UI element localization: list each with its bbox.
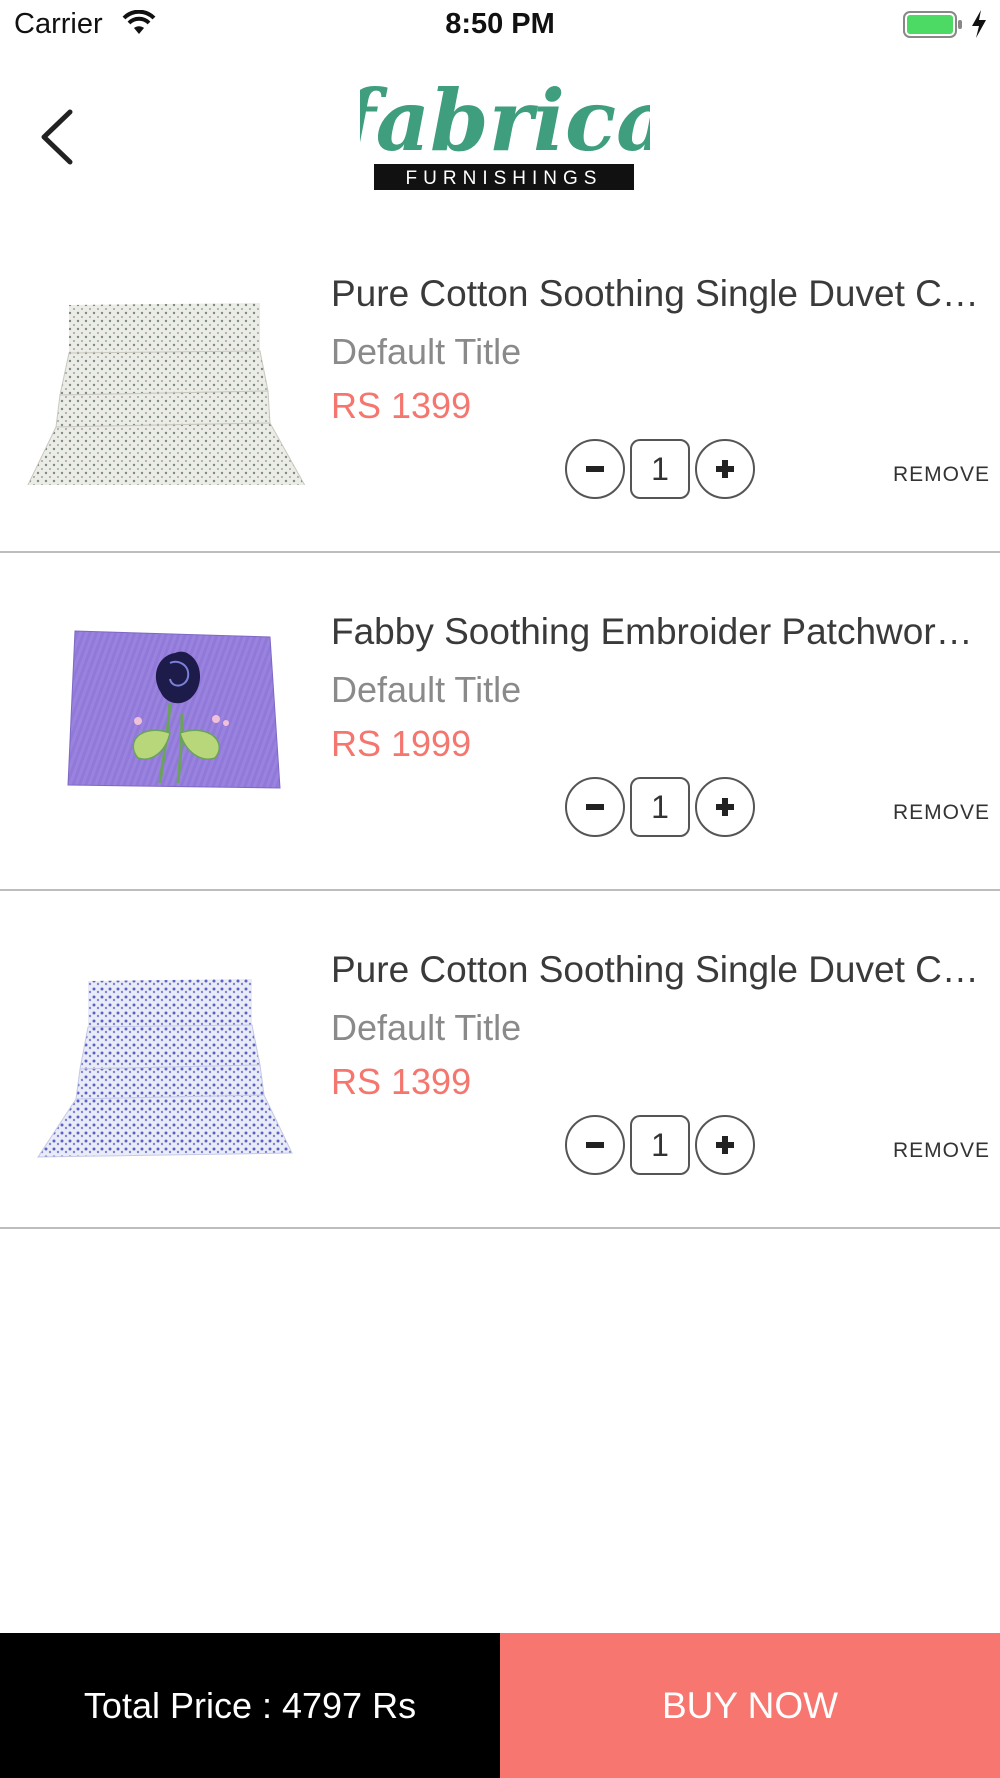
remove-button[interactable]: REMOVE <box>893 801 990 825</box>
quantity-value: 1 <box>630 439 690 499</box>
increase-quantity-button[interactable] <box>695 1115 755 1175</box>
plus-icon <box>716 1136 734 1154</box>
charging-bolt-icon <box>972 10 986 38</box>
product-title[interactable]: Pure Cotton Soothing Single Duvet Cover <box>331 273 981 315</box>
cart-item: Fabby Soothing Embroider Patchwork Cushi… <box>0 553 1000 891</box>
checkout-footer: Total Price : 4797 Rs BUY NOW <box>0 1633 1000 1778</box>
status-bar: Carrier 8:50 PM <box>0 0 1000 50</box>
fabrica-logo: fabrica FURNISHINGS <box>360 71 650 190</box>
quantity-stepper: 1 <box>565 439 757 499</box>
plus-icon <box>716 798 734 816</box>
variant-title: Default Title <box>331 669 522 710</box>
quantity-stepper: 1 <box>565 1115 757 1175</box>
plus-icon <box>716 460 734 478</box>
nav-bar: fabrica FURNISHINGS <box>0 50 1000 210</box>
product-price: RS 1999 <box>331 723 471 765</box>
price-value: 1399 <box>391 1061 472 1102</box>
cart-list: Pure Cotton Soothing Single Duvet Cover … <box>0 215 1000 1229</box>
back-button[interactable] <box>30 102 86 172</box>
battery-icon <box>903 11 962 38</box>
variant-title: Default Title <box>331 1007 522 1048</box>
decrease-quantity-button[interactable] <box>565 777 625 837</box>
increase-quantity-button[interactable] <box>695 777 755 837</box>
white-floral-duvet-image[interactable] <box>20 255 310 485</box>
minus-icon <box>586 466 604 472</box>
remove-button[interactable]: REMOVE <box>893 463 990 487</box>
svg-text:fabrica: fabrica <box>360 71 650 170</box>
price-currency: RS <box>331 1061 382 1102</box>
remove-button[interactable]: REMOVE <box>893 1139 990 1163</box>
cart-item: Pure Cotton Soothing Single Duvet Cover … <box>0 215 1000 553</box>
product-price: RS 1399 <box>331 385 471 427</box>
quantity-value: 1 <box>630 777 690 837</box>
price-currency: RS <box>331 723 382 764</box>
purple-rose-embroidery-image[interactable] <box>20 593 310 823</box>
total-price-label: Total Price : 4797 Rs <box>0 1633 500 1778</box>
decrease-quantity-button[interactable] <box>565 1115 625 1175</box>
product-title[interactable]: Fabby Soothing Embroider Patchwork Cushi… <box>331 611 981 653</box>
price-currency: RS <box>331 385 382 426</box>
cart-item: Pure Cotton Soothing Single Duvet Cover … <box>0 891 1000 1229</box>
price-value: 1999 <box>391 723 472 764</box>
product-price: RS 1399 <box>331 1061 471 1103</box>
minus-icon <box>586 1142 604 1148</box>
variant-title: Default Title <box>331 331 522 372</box>
blue-floral-duvet-image[interactable] <box>20 931 310 1161</box>
quantity-value: 1 <box>630 1115 690 1175</box>
status-time: 8:50 PM <box>445 8 555 40</box>
svg-text:FURNISHINGS: FURNISHINGS <box>406 168 603 189</box>
quantity-stepper: 1 <box>565 777 757 837</box>
product-title[interactable]: Pure Cotton Soothing Single Duvet Cover <box>331 949 981 991</box>
minus-icon <box>586 804 604 810</box>
increase-quantity-button[interactable] <box>695 439 755 499</box>
buy-now-button[interactable]: BUY NOW <box>500 1633 1000 1778</box>
price-value: 1399 <box>391 385 472 426</box>
decrease-quantity-button[interactable] <box>565 439 625 499</box>
